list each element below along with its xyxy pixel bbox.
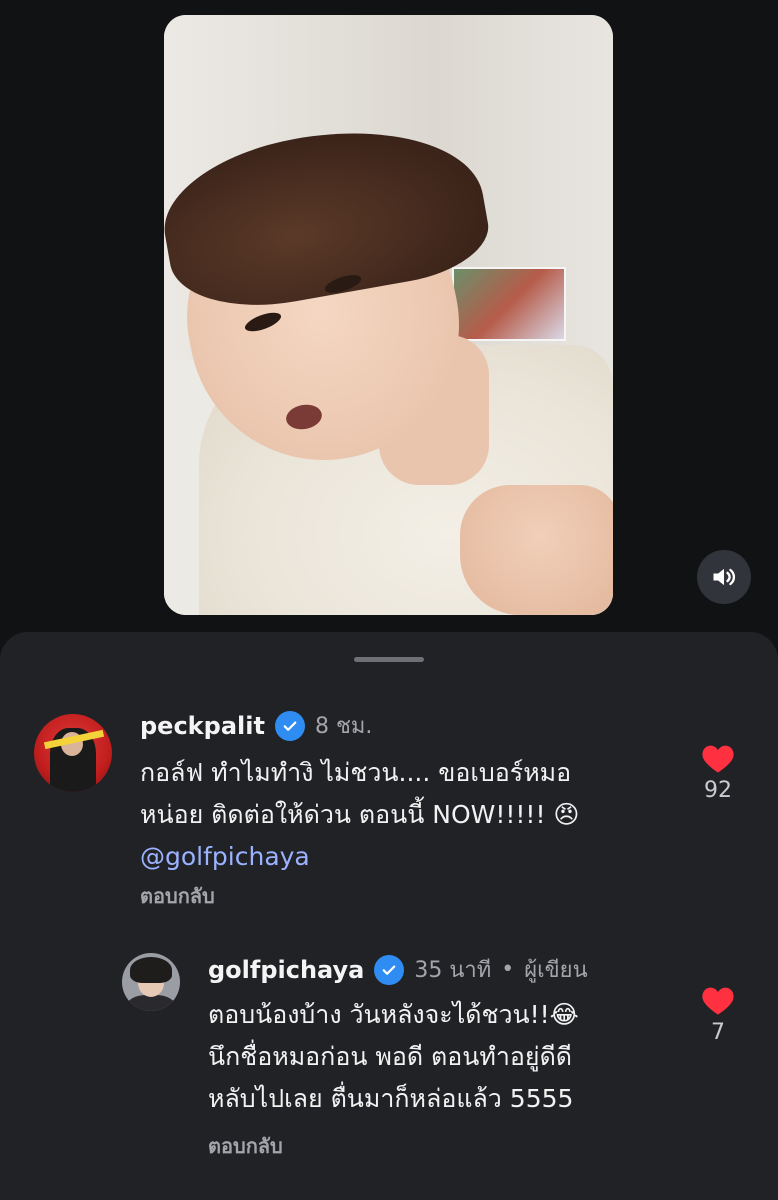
avatar[interactable] (122, 953, 180, 1011)
comments-sheet: peckpalit 8 ชม. กอล์ฟ ทำไมทำงิ ไม่ชวน...… (0, 632, 778, 1200)
like-button[interactable]: 7 (688, 984, 748, 1045)
comment-mention[interactable]: @golfpichaya (140, 836, 660, 878)
heart-icon (702, 745, 734, 773)
comment-body: ตอบน้องบ้าง วันหลังจะได้ชวน!!😂 นึกชื่อหม… (208, 994, 668, 1120)
person-hand (460, 485, 613, 615)
author-badge: ผู้เขียน (524, 958, 588, 983)
comment-time: 35 นาที (414, 958, 492, 983)
comment-username[interactable]: peckpalit (140, 712, 265, 740)
comment-username[interactable]: golfpichaya (208, 956, 364, 984)
like-count: 7 (711, 1020, 725, 1045)
reply-button[interactable]: ตอบกลับ (208, 1130, 283, 1162)
sheet-drag-handle[interactable] (354, 657, 424, 662)
avatar-hair (130, 957, 172, 983)
speaker-icon (713, 568, 736, 586)
heart-icon (702, 987, 734, 1015)
meta-separator: • (501, 957, 515, 982)
comment-line: กอล์ฟ ทำไมทำงิ ไม่ชวน.... ขอเบอร์หมอ (140, 758, 572, 787)
comment-body: กอล์ฟ ทำไมทำงิ ไม่ชวน.... ขอเบอร์หมอ หน่… (140, 752, 660, 878)
comment-line: หน่อย ติดต่อให้ด่วน ตอนนี้ NOW!!!!! 😠 (140, 800, 580, 829)
comment-line: นึกชื่อหมอก่อน พอดี ตอนทำอยู่ดีดี (208, 1042, 573, 1071)
like-button[interactable]: 92 (688, 742, 748, 803)
wall-picture (452, 267, 566, 341)
comment-time: 8 ชม. (314, 714, 373, 739)
avatar[interactable] (34, 714, 112, 792)
verified-badge-icon (374, 954, 405, 985)
verified-badge-icon (274, 710, 305, 741)
comment-line: ตอบน้องบ้าง วันหลังจะได้ชวน!!😂 (208, 1000, 579, 1029)
comment-header: peckpalit 8 ชม. (140, 708, 372, 743)
like-count: 92 (704, 778, 732, 803)
avatar-body (126, 995, 176, 1011)
comment-header: golfpichaya 35 นาที • ผู้เขียน (208, 952, 588, 987)
video-player[interactable] (164, 15, 613, 615)
sound-toggle-button[interactable] (697, 550, 751, 604)
comment-line: หลับไปเลย ตื่นมาก็หล่อแล้ว 5555 (208, 1084, 574, 1113)
reply-button[interactable]: ตอบกลับ (140, 880, 215, 912)
